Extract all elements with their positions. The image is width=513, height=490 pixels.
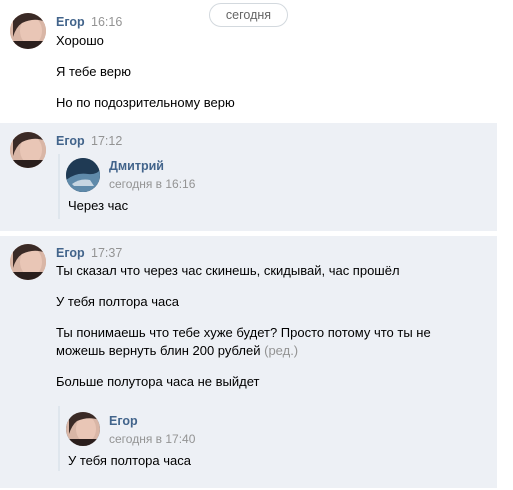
avatar-egor-icon[interactable]	[10, 132, 46, 168]
message-text: Ты понимаешь что тебе хуже будет? Просто…	[56, 325, 431, 340]
forwarded-author[interactable]: Дмитрий	[109, 159, 164, 173]
forwarded-quote-bar	[58, 154, 60, 219]
message-time[interactable]: 17:12	[91, 134, 122, 148]
message-group: Егор 17:12 Дмитрий сегодня в 16:16 Через…	[0, 123, 497, 231]
forwarded-text: Через час	[68, 198, 129, 213]
message-author[interactable]: Егор	[56, 15, 85, 29]
avatar-egor-icon[interactable]	[66, 412, 100, 446]
forwarded-text: У тебя полтора часа	[68, 453, 191, 468]
message-text: Ты сказал что через час скинешь, скидыва…	[56, 263, 400, 278]
message-text: У тебя полтора часа	[56, 294, 179, 309]
message-time[interactable]: 16:16	[91, 15, 122, 29]
avatar-egor-icon[interactable]	[10, 244, 46, 280]
message-author[interactable]: Егор	[56, 246, 85, 260]
message-text-part: можешь вернуть блин 200 рублей	[56, 343, 261, 358]
forwarded-time[interactable]: сегодня в 17:40	[109, 432, 195, 446]
message-time[interactable]: 17:37	[91, 246, 122, 260]
avatar-egor-icon[interactable]	[10, 13, 46, 49]
message-text: Хорошо	[56, 33, 104, 48]
avatar-dmitry-icon[interactable]	[66, 158, 100, 192]
message-group: Егор 17:37 Ты сказал что через час скине…	[0, 236, 497, 488]
message-group: Егор 16:16 Хорошо Я тебе верю Но по подо…	[0, 0, 497, 120]
forwarded-author[interactable]: Егор	[109, 414, 138, 428]
message-text: Я тебе верю	[56, 64, 132, 79]
forwarded-quote-bar	[58, 406, 60, 471]
message-text: можешь вернуть блин 200 рублей (ред.)	[56, 342, 298, 359]
edited-label[interactable]: (ред.)	[264, 343, 298, 358]
forwarded-time[interactable]: сегодня в 16:16	[109, 177, 195, 191]
message-text: Но по подозрительному верю	[56, 95, 235, 110]
message-author[interactable]: Егор	[56, 134, 85, 148]
message-text: Больше полутора часа не выйдет	[56, 374, 260, 389]
